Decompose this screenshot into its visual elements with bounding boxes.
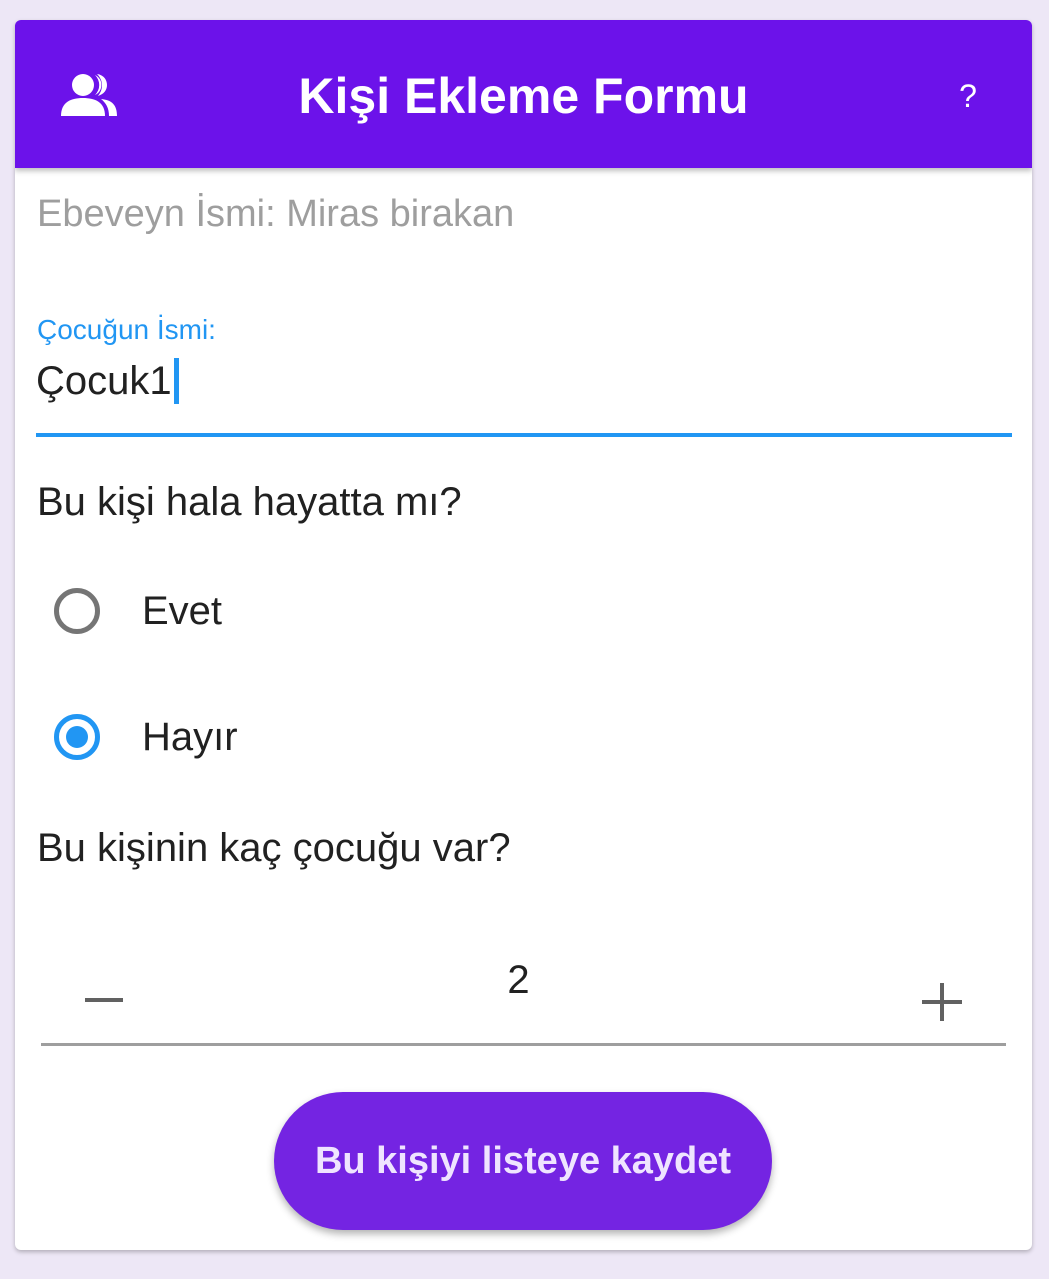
form-card: Kişi Ekleme Formu ? Ebeveyn İsmi: Miras … bbox=[15, 20, 1032, 1250]
plus-icon[interactable] bbox=[909, 958, 975, 1024]
children-count-stepper[interactable]: 2 bbox=[41, 940, 1006, 1046]
children-question: Bu kişinin kaç çocuğu var? bbox=[37, 826, 511, 870]
radio-option-hayir[interactable]: Hayır bbox=[37, 692, 1013, 782]
alive-question: Bu kişi hala hayatta mı? bbox=[37, 480, 462, 524]
radio-option-evet[interactable]: Evet bbox=[37, 566, 1013, 656]
save-button[interactable]: Bu kişiyi listeye kaydet bbox=[274, 1092, 772, 1230]
child-name-input[interactable]: Çocuk1 bbox=[36, 354, 179, 408]
child-name-field[interactable]: Çocuğun İsmi: Çocuk1 bbox=[36, 310, 1012, 440]
radio-label-evet: Evet bbox=[142, 589, 223, 633]
child-name-underline bbox=[36, 433, 1012, 437]
parent-name-text: Ebeveyn İsmi: Miras birakan bbox=[37, 193, 515, 235]
help-button[interactable]: ? bbox=[940, 72, 996, 120]
radio-button-unselected[interactable] bbox=[54, 588, 100, 634]
radio-label-hayir: Hayır bbox=[142, 715, 238, 759]
children-count-value: 2 bbox=[507, 958, 530, 1002]
child-name-label: Çocuğun İsmi: bbox=[37, 314, 216, 345]
page-title: Kişi Ekleme Formu bbox=[298, 68, 749, 124]
app-bar: Kişi Ekleme Formu ? bbox=[15, 20, 1032, 168]
text-cursor bbox=[173, 358, 179, 404]
radio-button-selected[interactable] bbox=[54, 714, 100, 760]
child-name-value: Çocuk1 bbox=[36, 358, 172, 403]
stepper-underline bbox=[41, 1043, 1006, 1046]
